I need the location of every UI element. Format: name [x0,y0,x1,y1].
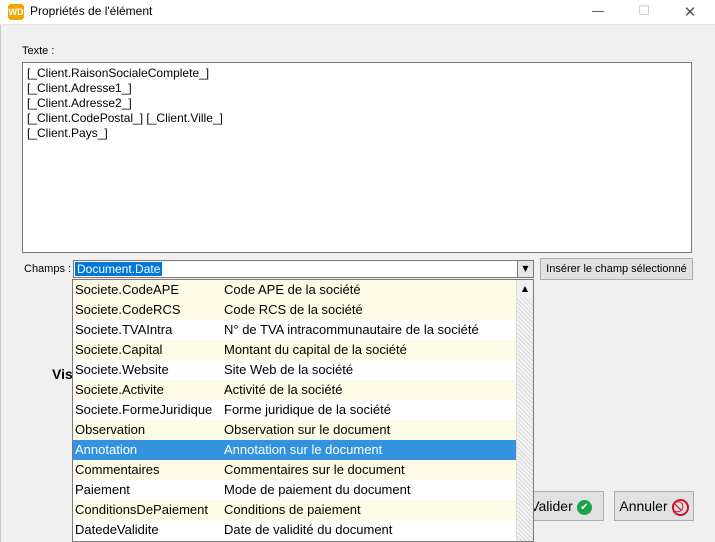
annuler-button[interactable]: Annuler⃠ [614,491,694,521]
list-item[interactable]: DatedeValidite Date de validité du docume… [73,520,517,540]
texte-line: [_Client.Adresse2_] [27,96,132,110]
list-item[interactable]: Societe.Website Site Web de la société [73,360,517,380]
texte-line: [_Client.Pays_] [27,126,108,140]
texte-label: Texte : [22,45,55,57]
annuler-label: Annuler [619,498,668,514]
champs-dropdown-list[interactable]: Societe.CodeAPE Code APE de la société So… [72,279,534,542]
minimize-button[interactable]: — [575,0,621,24]
dropdown-scrollbar[interactable]: ▲ [516,280,533,541]
list-item-selected[interactable]: Annotation Annotation sur le document [73,440,517,460]
champs-selected-value: Document.Date [75,262,163,276]
maximize-button[interactable]: ☐ [621,0,667,24]
list-item[interactable]: Societe.TVAIntra N° de TVA intracommunaut… [73,320,517,340]
scroll-up-arrow-icon[interactable]: ▲ [517,280,533,297]
list-item[interactable]: Societe.Capital Montant du capital de la … [73,340,517,360]
texte-line: [_Client.CodePostal_] [_Client.Ville_] [27,111,223,125]
title-bar[interactable]: WD Propriétés de l'élément — ☐ ✕ [0,0,715,25]
windev-app-icon: WD [8,4,24,20]
list-item[interactable]: Societe.FormeJuridique Forme juridique de… [73,400,517,420]
champs-label: Champs : [24,263,72,275]
element-properties-dialog: WD Propriétés de l'élément — ☐ ✕ Texte :… [0,0,715,542]
list-item[interactable]: Observation Observation sur le document [73,420,517,440]
champs-combo[interactable]: Document.Date ▼ [73,260,534,278]
list-item[interactable]: Paiement Mode de paiement du document [73,480,517,500]
texte-line: [_Client.RaisonSocialeComplete_] [27,66,210,80]
texte-line: [_Client.Adresse1_] [27,81,132,95]
list-item[interactable]: Commentaires Commentaires sur le document [73,460,517,480]
insert-field-button[interactable]: Insérer le champ sélectionné [540,258,693,280]
valider-label: Valider [530,498,573,514]
close-button[interactable]: ✕ [667,0,713,24]
list-item[interactable]: ConditionsDePaiement Conditions de paieme… [73,500,517,520]
list-item[interactable]: Societe.Activite Activité de la société [73,380,517,400]
window-title: Propriétés de l'élément [30,4,153,18]
list-item[interactable]: Societe.CodeRCS Code RCS de la société [73,300,517,320]
cancel-icon: ⃠ [671,498,689,516]
check-icon: ✔ [576,499,592,515]
texte-textarea[interactable]: [_Client.RaisonSocialeComplete_] [_Clien… [22,62,692,253]
list-item[interactable]: Societe.CodeAPE Code APE de la société [73,280,517,300]
chevron-down-icon[interactable]: ▼ [517,261,533,277]
